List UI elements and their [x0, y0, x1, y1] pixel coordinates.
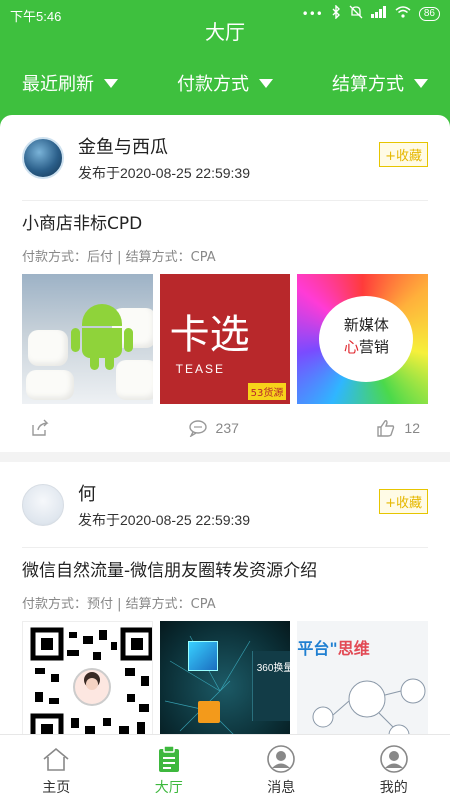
page-title: 大厅: [205, 20, 245, 44]
nav-hall[interactable]: 大厅: [113, 735, 226, 800]
bottom-nav: 主页 大厅 消息 我的: [0, 734, 450, 800]
share-icon: [32, 419, 49, 436]
thumb-caption: 新媒体 心营销: [319, 296, 414, 382]
author-info: 金鱼与西瓜 发布于2020-08-25 22:59:39: [78, 133, 250, 183]
publish-date: 发布于2020-08-25 22:59:39: [78, 511, 250, 528]
nav-label: 我的: [379, 780, 408, 796]
data-panel: 360换量: [251, 651, 291, 721]
thumb-text: TEASE: [175, 362, 226, 376]
nav-label: 大厅: [154, 780, 183, 796]
thumb-text: 心: [343, 338, 359, 356]
comment-count: 237: [215, 420, 239, 436]
nav-label: 主页: [42, 780, 71, 796]
post-title[interactable]: 小商店非标CPD: [22, 209, 428, 234]
post-actions: 237 12: [22, 404, 428, 452]
author-info: 何 发布于2020-08-25 22:59:39: [78, 480, 250, 530]
divider: [0, 452, 450, 462]
thumb-text: 360换量: [256, 663, 291, 674]
like-count: 12: [404, 420, 420, 436]
nav-home[interactable]: 主页: [0, 735, 113, 800]
dropdown-arrow-icon: [259, 78, 273, 88]
thumbnail-image[interactable]: 新媒体 心营销: [297, 274, 429, 404]
share-button[interactable]: [30, 419, 50, 437]
nav-messages[interactable]: 消息: [225, 735, 338, 800]
nav-mine[interactable]: 我的: [338, 735, 450, 800]
post-meta: 付款方式：预付 | 结算方式：CPA: [22, 597, 216, 612]
comment-button[interactable]: 237: [188, 419, 239, 437]
filter-label: 付款方式: [177, 74, 249, 95]
author-name: 何: [78, 483, 96, 505]
filter-label: 最近刷新: [22, 74, 94, 95]
comment-icon: [188, 420, 207, 437]
filter-payment-method[interactable]: 付款方式: [177, 70, 273, 96]
post-card[interactable]: 金鱼与西瓜 发布于2020-08-25 22:59:39 +收藏 小商店非标CP…: [0, 115, 450, 462]
dropdown-arrow-icon: [104, 78, 118, 88]
publish-date: 发布于2020-08-25 22:59:39: [78, 164, 250, 181]
nav-label: 消息: [267, 780, 296, 796]
filter-recent-refresh[interactable]: 最近刷新: [22, 70, 118, 96]
thumb-text: 新媒体: [343, 316, 389, 334]
filter-label: 结算方式: [332, 74, 404, 95]
avatar[interactable]: [22, 483, 64, 526]
thumbnail-image[interactable]: [22, 274, 153, 404]
favorite-button[interactable]: +收藏: [379, 489, 428, 514]
home-icon: [43, 747, 69, 771]
data-node: [197, 701, 220, 723]
thumb-text: 卡选: [169, 312, 250, 358]
thumbnail-image[interactable]: [22, 621, 153, 735]
filter-settlement-method[interactable]: 结算方式: [332, 70, 428, 96]
user-icon: [379, 745, 408, 773]
thumb-badge: 53货源: [247, 383, 287, 400]
post-title[interactable]: 微信自然流量-微信朋友圈转发资源介绍: [22, 556, 428, 581]
android-figure: [71, 304, 133, 370]
favorite-button[interactable]: +收藏: [379, 142, 428, 167]
post-meta: 付款方式：后付 | 结算方式：CPA: [22, 250, 216, 265]
filter-bar: 最近刷新 付款方式 结算方式: [0, 60, 450, 106]
avatar[interactable]: [22, 136, 64, 179]
data-cube: [187, 641, 218, 671]
thumbnail-row: 卡选 TEASE 53货源 新媒体 心营销: [22, 274, 429, 404]
thumbnail-image[interactable]: 360换量: [159, 621, 291, 735]
qr-code-icon: [30, 627, 152, 735]
thumbnail-image[interactable]: 卡选 TEASE 53货源: [159, 274, 291, 404]
user-icon: [267, 745, 296, 773]
post-header: 何 发布于2020-08-25 22:59:39 +收藏: [22, 462, 428, 548]
post-list[interactable]: 金鱼与西瓜 发布于2020-08-25 22:59:39 +收藏 小商店非标CP…: [0, 115, 450, 735]
clipboard-icon: [158, 745, 179, 772]
thumbnail-row: 360换量 平台"思维: [22, 621, 428, 735]
thumbnail-image[interactable]: 平台"思维: [297, 621, 428, 735]
dropdown-arrow-icon: [414, 78, 428, 88]
like-button[interactable]: 12: [376, 419, 420, 437]
thumbs-up-icon: [377, 420, 395, 437]
thumb-text: 营销: [358, 338, 389, 356]
post-card[interactable]: 何 发布于2020-08-25 22:59:39 +收藏 微信自然流量-微信朋友…: [22, 462, 428, 735]
author-name: 金鱼与西瓜: [78, 136, 168, 158]
post-header: 金鱼与西瓜 发布于2020-08-25 22:59:39 +收藏: [22, 115, 428, 201]
